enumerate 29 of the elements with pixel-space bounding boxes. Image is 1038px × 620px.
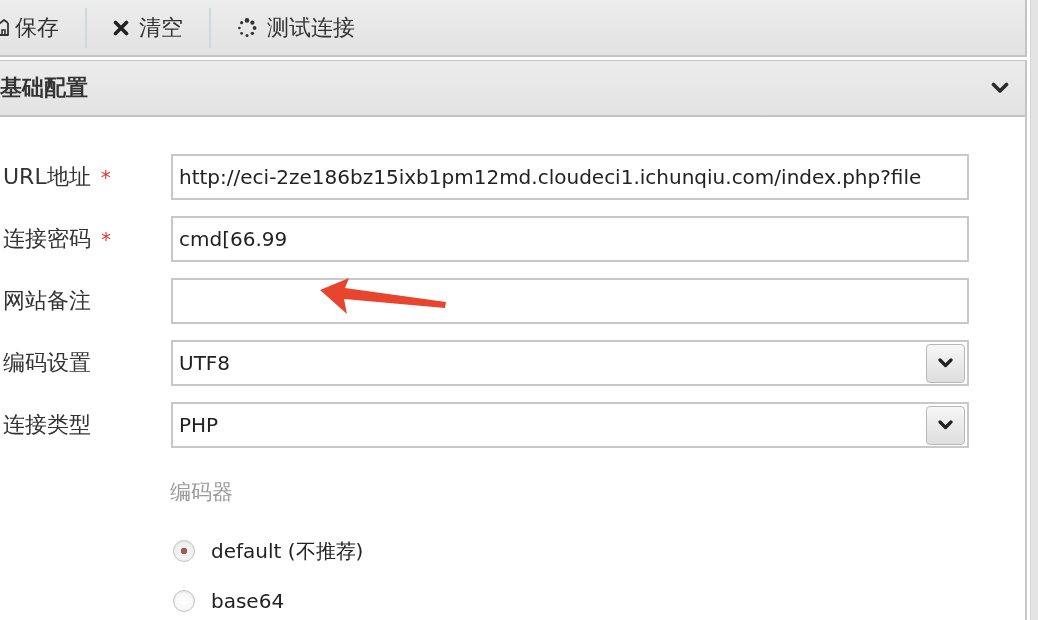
test-connection-button[interactable]: 测试连接	[211, 7, 381, 48]
text-field[interactable]: http://eci-2ze186bz15ixb1pm12md.cloudeci1.ichunqiu.com/index.php?file	[171, 154, 969, 200]
text-field[interactable]: cmd[66.99	[171, 216, 969, 262]
save-button[interactable]: 保存	[0, 7, 85, 48]
field-label: 连接类型	[3, 411, 91, 439]
select-field[interactable]: PHP	[171, 402, 969, 448]
radio-button[interactable]	[173, 540, 195, 562]
spinner-icon	[237, 17, 257, 38]
section-label: 编码器	[170, 479, 233, 506]
cross-icon	[113, 19, 129, 36]
dropdown-button[interactable]	[926, 343, 965, 383]
field-label: 网站备注	[3, 287, 91, 315]
field-label: 编码设置	[3, 349, 91, 377]
radio-option[interactable]: default (不推荐)	[173, 537, 364, 565]
radio-button[interactable]	[173, 590, 195, 612]
text-field[interactable]	[171, 278, 969, 324]
radio-option[interactable]: base64	[173, 587, 285, 615]
field-label: URL地址	[3, 163, 91, 191]
field-label: 连接密码	[3, 225, 91, 253]
chevron-down-icon	[938, 420, 953, 430]
dropdown-button[interactable]	[926, 405, 965, 445]
clear-button[interactable]: 清空	[87, 7, 209, 48]
select-field[interactable]: UTF8	[171, 340, 969, 386]
required-asterisk: *	[101, 227, 111, 251]
chevron-down-icon	[938, 358, 953, 368]
chevron-down-icon[interactable]	[991, 82, 1009, 94]
panel-title: 基础配置	[0, 74, 88, 102]
home-icon	[0, 18, 10, 37]
required-asterisk: *	[100, 165, 111, 189]
